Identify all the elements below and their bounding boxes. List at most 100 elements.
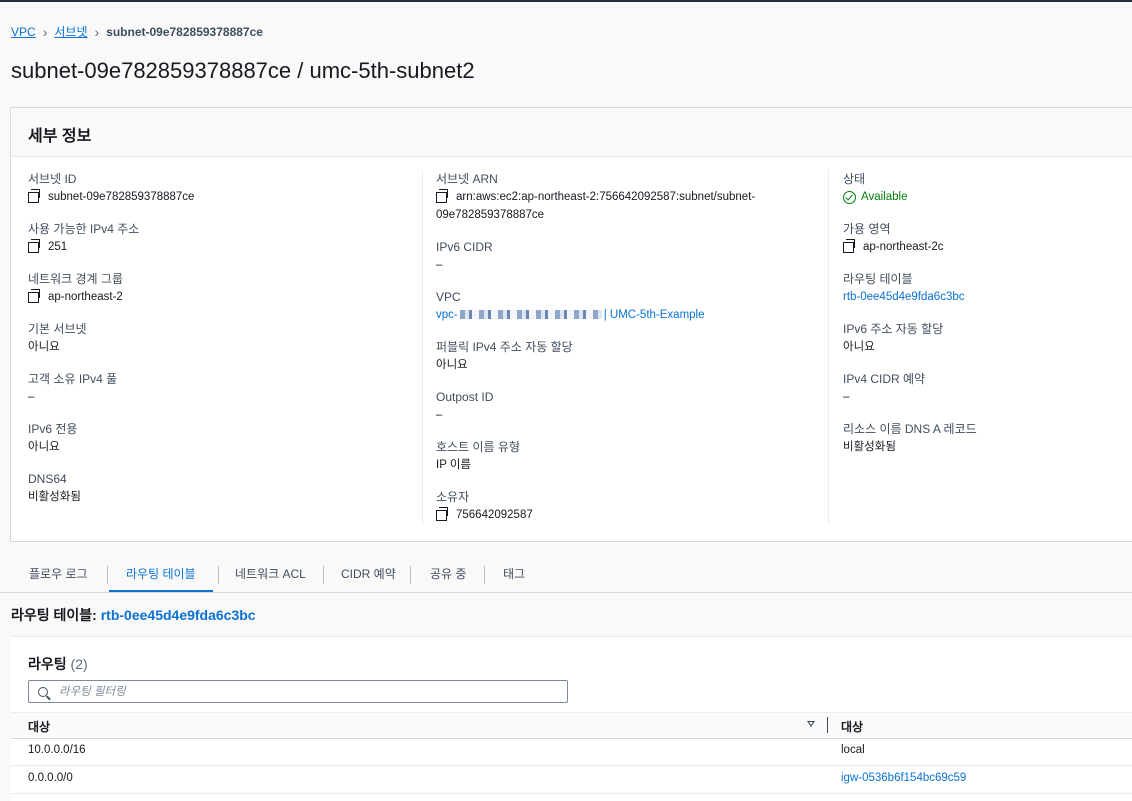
page-title: subnet-09e782859378887ce / umc-5th-subne… <box>11 58 475 83</box>
tab-route-table[interactable]: 라우팅 테이블 <box>109 562 213 592</box>
table-row: 0.0.0.0/0 igw-0536b6f154bc69c59 <box>11 766 1132 794</box>
chevron-right-icon: › <box>42 23 48 40</box>
field-ipv4-cidr-reservation: IPv4 CIDR 예약 – <box>843 370 1132 406</box>
tab-divider <box>218 566 219 584</box>
details-panel: 세부 정보 서브넷 ID subnet-09e782859378887ce 사용… <box>10 107 1132 542</box>
field-label: IPv6 전용 <box>28 422 78 436</box>
field-ipv6-auto-assign: IPv6 주소 자동 할당 아니요 <box>843 320 1132 356</box>
field-label: 상태 <box>843 172 866 186</box>
field-subnet-id: 서브넷 ID subnet-09e782859378887ce <box>28 170 408 206</box>
field-label: 라우팅 테이블 <box>843 272 913 286</box>
field-value: – <box>436 409 443 421</box>
field-value: ap-northeast-2c <box>863 241 944 253</box>
field-value: arn:aws:ec2:ap-northeast-2:756642092587:… <box>456 191 756 203</box>
sort-down-icon[interactable] <box>807 721 815 727</box>
field-subnet-arn: 서브넷 ARN arn:aws:ec2:ap-northeast-2:75664… <box>436 170 836 224</box>
field-label: 기본 서브넷 <box>28 322 87 336</box>
routes-title-label: 라우팅 <box>28 656 67 672</box>
details-column-1: 서브넷 ID subnet-09e782859378887ce 사용 가능한 I… <box>28 170 408 520</box>
vpc-name: | UMC-5th-Example <box>603 309 705 321</box>
field-value: 아니요 <box>28 341 60 353</box>
tab-tags[interactable]: 태그 <box>503 562 525 590</box>
field-label: IPv6 CIDR <box>436 240 493 254</box>
field-label: DNS64 <box>28 472 67 486</box>
field-default-subnet: 기본 서브넷 아니요 <box>28 320 408 356</box>
routes-filter <box>28 680 568 703</box>
field-value: – <box>28 391 35 403</box>
tab-divider <box>410 566 411 584</box>
copy-icon[interactable] <box>28 189 40 203</box>
field-customer-owned-pool: 고객 소유 IPv4 풀 – <box>28 370 408 406</box>
field-value: 아니요 <box>28 441 60 453</box>
field-network-border-group: 네트워크 경계 그룹 ap-northeast-2 <box>28 270 408 306</box>
table-header: 대상 대상 <box>11 712 1132 739</box>
field-label: 네트워크 경계 그룹 <box>28 272 123 286</box>
tab-flow-logs[interactable]: 플로우 로그 <box>29 562 88 590</box>
route-target: local <box>841 744 865 756</box>
field-route-table: 라우팅 테이블 rtb-0ee45d4e9fda6c3bc <box>843 270 1132 306</box>
field-label: 서브넷 ARN <box>436 172 498 186</box>
field-availability-zone: 가용 영역 ap-northeast-2c <box>843 220 1132 256</box>
copy-icon[interactable] <box>28 239 40 253</box>
field-value: 아니요 <box>436 359 468 371</box>
field-hostname-type: 호스트 이름 유형 IP 이름 <box>436 438 836 474</box>
route-table-heading-link[interactable]: rtb-0ee45d4e9fda6c3bc <box>101 607 256 623</box>
breadcrumb-subnets[interactable]: 서브넷 <box>54 23 87 40</box>
details-column-3: 상태 Available 가용 영역 ap-northeast-2c 라우팅 테… <box>828 170 1132 525</box>
field-value-continued: 09e782859378887ce <box>436 209 545 221</box>
copy-icon[interactable] <box>28 289 40 303</box>
field-value: 251 <box>48 241 68 253</box>
field-outpost-id: Outpost ID – <box>436 388 836 424</box>
field-value: 비활성화됨 <box>28 491 81 503</box>
route-table-link[interactable]: rtb-0ee45d4e9fda6c3bc <box>843 288 1132 306</box>
column-resizer[interactable] <box>827 717 828 733</box>
field-vpc: VPC vpc- | UMC-5th-Example <box>436 288 836 324</box>
field-label: 리소스 이름 DNS A 레코드 <box>843 422 977 436</box>
tab-divider <box>323 566 324 584</box>
field-value: ap-northeast-2 <box>48 291 123 303</box>
field-label: VPC <box>436 290 461 304</box>
vpc-link[interactable]: vpc- | UMC-5th-Example <box>436 306 836 324</box>
column-header-target[interactable]: 대상 <box>841 718 863 735</box>
tab-divider <box>107 566 108 584</box>
details-title: 세부 정보 <box>28 128 92 145</box>
column-header-destination[interactable]: 대상 <box>28 718 50 735</box>
routes-panel: 라우팅 (2) 대상 대상 10.0.0.0/16 local 0.0.0.0/… <box>11 636 1132 801</box>
field-label: 서브넷 ID <box>28 172 77 186</box>
tab-sharing[interactable]: 공유 중 <box>430 562 466 590</box>
field-value: 아니요 <box>843 341 875 353</box>
tab-cidr-reservation[interactable]: CIDR 예약 <box>341 562 396 590</box>
breadcrumb-vpc[interactable]: VPC <box>11 25 36 39</box>
route-destination: 10.0.0.0/16 <box>28 744 86 756</box>
field-value: 756642092587 <box>456 509 533 521</box>
field-ipv6-only: IPv6 전용 아니요 <box>28 420 408 456</box>
copy-icon[interactable] <box>843 239 855 253</box>
tab-bar: 플로우 로그 라우팅 테이블 네트워크 ACL CIDR 예약 공유 중 태그 <box>0 562 1132 593</box>
field-label: 고객 소유 IPv4 풀 <box>28 372 118 386</box>
breadcrumb-current: subnet-09e782859378887ce <box>106 24 263 39</box>
routes-title: 라우팅 (2) <box>28 654 88 674</box>
field-label: 소유자 <box>436 490 470 504</box>
redacted-vpc-id <box>459 310 602 319</box>
field-dns64: DNS64 비활성화됨 <box>28 470 408 506</box>
route-target-link[interactable]: igw-0536b6f154bc69c59 <box>841 772 966 784</box>
field-label: IPv6 주소 자동 할당 <box>843 322 944 336</box>
field-label: 호스트 이름 유형 <box>436 440 520 454</box>
field-label: 사용 가능한 IPv4 주소 <box>28 222 140 236</box>
breadcrumb: VPC › 서브넷 › subnet-09e782859378887ce <box>11 23 263 40</box>
copy-icon[interactable] <box>436 189 448 203</box>
top-bar <box>0 0 1132 2</box>
field-resource-name-dns-a: 리소스 이름 DNS A 레코드 비활성화됨 <box>843 420 1132 456</box>
route-table-heading: 라우팅 테이블: rtb-0ee45d4e9fda6c3bc <box>11 605 256 625</box>
chevron-right-icon: › <box>94 23 100 40</box>
field-owner: 소유자 756642092587 <box>436 488 836 524</box>
field-auto-public-ipv4: 퍼블릭 IPv4 주소 자동 할당 아니요 <box>436 338 836 374</box>
routes-count: (2) <box>70 656 88 672</box>
tab-network-acl[interactable]: 네트워크 ACL <box>235 562 306 590</box>
route-destination: 0.0.0.0/0 <box>28 772 73 784</box>
field-label: IPv4 CIDR 예약 <box>843 372 926 386</box>
search-icon <box>38 686 48 697</box>
copy-icon[interactable] <box>436 507 448 521</box>
search-input[interactable] <box>57 684 541 699</box>
field-ipv6-cidr: IPv6 CIDR – <box>436 238 836 274</box>
